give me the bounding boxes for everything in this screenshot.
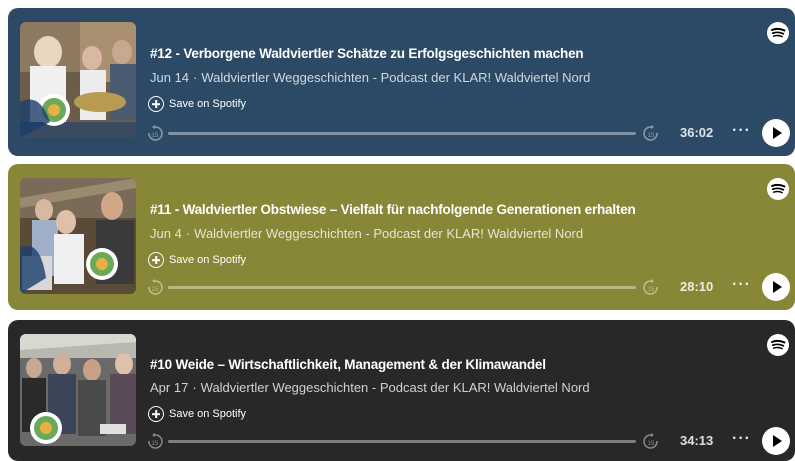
episode-cover-image <box>20 178 136 294</box>
episode-title[interactable]: #11 - Waldviertler Obstwiese – Vielfalt … <box>150 202 636 217</box>
episode-card-12[interactable]: #12 - Verborgene Waldviertler Schätze zu… <box>8 8 795 156</box>
save-on-spotify-button[interactable]: Save on Spotify <box>148 94 246 114</box>
plus-circle-icon <box>148 96 164 112</box>
episode-duration: 36:02 <box>680 125 714 140</box>
svg-text:15: 15 <box>152 133 159 139</box>
play-button[interactable] <box>762 427 790 455</box>
skip-back-15-icon[interactable]: 15 <box>146 124 164 142</box>
spotify-logo-icon[interactable] <box>767 334 789 356</box>
svg-text:15: 15 <box>648 441 655 447</box>
plus-circle-icon <box>148 252 164 268</box>
progress-bar[interactable] <box>168 440 636 443</box>
skip-forward-15-icon[interactable]: 15 <box>642 432 660 450</box>
play-button[interactable] <box>762 273 790 301</box>
svg-text:15: 15 <box>152 287 159 293</box>
episode-date: Jun 4 <box>150 226 182 241</box>
more-options-button[interactable]: ··· <box>732 276 751 294</box>
save-label: Save on Spotify <box>169 254 247 266</box>
episode-card-11[interactable]: #11 - Waldviertler Obstwiese – Vielfalt … <box>8 164 795 310</box>
skip-forward-15-icon[interactable]: 15 <box>642 124 660 142</box>
show-name[interactable]: Waldviertler Weggeschichten - Podcast de… <box>194 226 583 241</box>
episode-date: Jun 14 <box>150 70 190 85</box>
episode-title[interactable]: #12 - Verborgene Waldviertler Schätze zu… <box>150 46 584 61</box>
episode-meta: Jun 4 · Waldviertler Weggeschichten - Podc… <box>150 226 584 241</box>
save-label: Save on Spotify <box>169 408 247 420</box>
more-options-button[interactable]: ··· <box>732 122 751 140</box>
svg-text:15: 15 <box>648 133 655 139</box>
skip-back-15-icon[interactable]: 15 <box>146 278 164 296</box>
player-controls: 15 15 34:13 ··· <box>146 427 790 455</box>
svg-text:15: 15 <box>152 441 159 447</box>
show-name[interactable]: Waldviertler Weggeschichten - Podcast de… <box>201 70 590 85</box>
save-label: Save on Spotify <box>169 98 247 110</box>
save-on-spotify-button[interactable]: Save on Spotify <box>148 404 246 424</box>
episode-meta: Jun 14 · Waldviertler Weggeschichten - Pod… <box>150 70 591 85</box>
episode-meta: Apr 17 · Waldviertler Weggeschichten - Pod… <box>150 380 590 395</box>
episode-cover-image <box>20 22 136 138</box>
skip-back-15-icon[interactable]: 15 <box>146 432 164 450</box>
player-controls: 15 15 28:10 ··· <box>146 273 790 301</box>
episode-cover-image <box>20 334 136 446</box>
progress-bar[interactable] <box>168 286 636 289</box>
skip-forward-15-icon[interactable]: 15 <box>642 278 660 296</box>
player-controls: 15 15 36:02 ··· <box>146 119 790 147</box>
progress-bar[interactable] <box>168 132 636 135</box>
more-options-button[interactable]: ··· <box>732 430 751 448</box>
show-name[interactable]: Waldviertler Weggeschichten - Podcast de… <box>201 380 590 395</box>
plus-circle-icon <box>148 406 164 422</box>
play-button[interactable] <box>762 119 790 147</box>
episode-date: Apr 17 <box>150 380 189 395</box>
save-on-spotify-button[interactable]: Save on Spotify <box>148 250 246 270</box>
episode-duration: 28:10 <box>680 279 714 294</box>
svg-text:15: 15 <box>648 287 655 293</box>
episode-title[interactable]: #10 Weide – Wirtschaftlichkeit, Manageme… <box>150 357 546 372</box>
episode-card-10[interactable]: #10 Weide – Wirtschaftlichkeit, Manageme… <box>8 320 795 461</box>
spotify-logo-icon[interactable] <box>767 22 789 44</box>
spotify-logo-icon[interactable] <box>767 178 789 200</box>
episode-duration: 34:13 <box>680 433 714 448</box>
